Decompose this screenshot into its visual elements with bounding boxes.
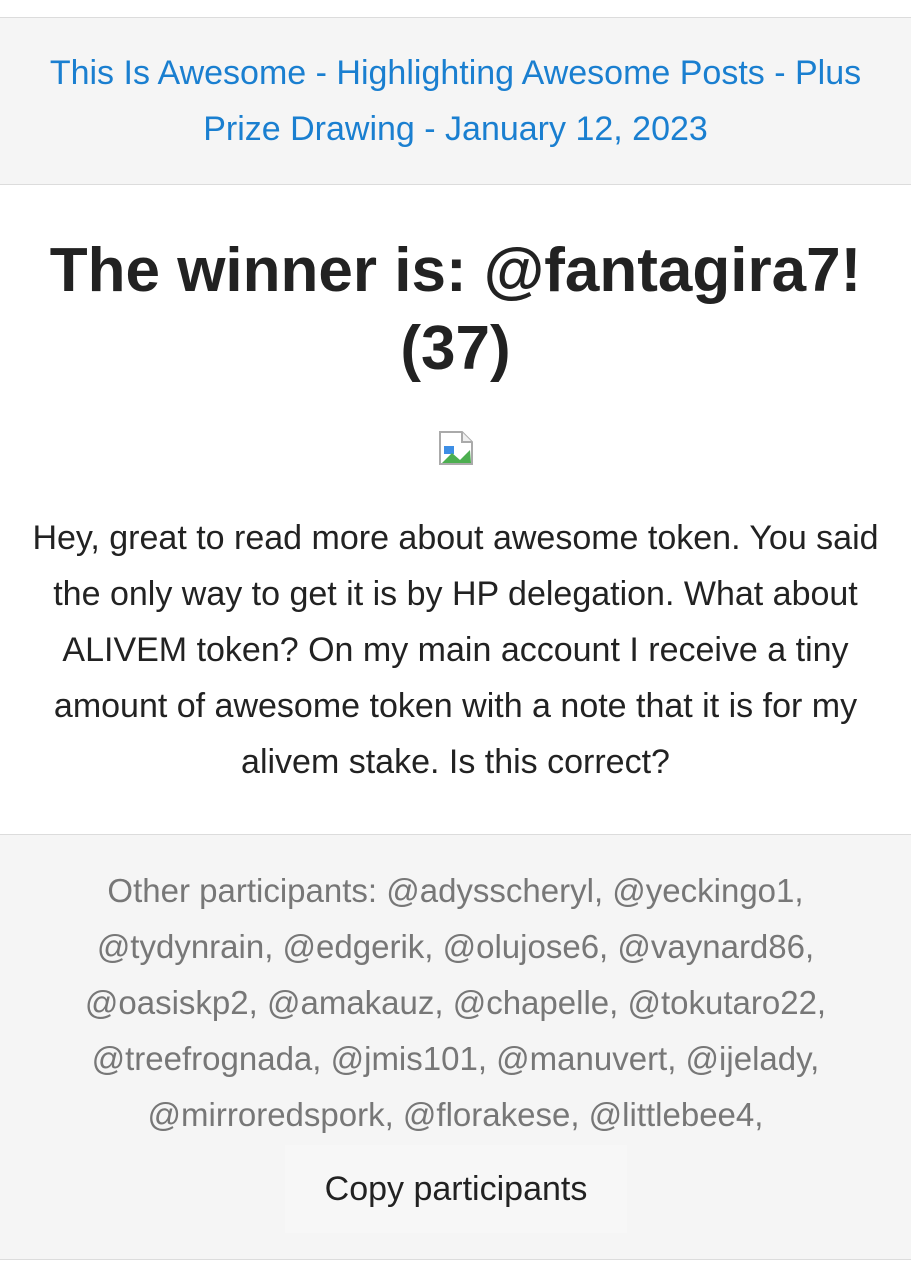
- page: This Is Awesome - Highlighting Awesome P…: [0, 0, 911, 1280]
- comment-text: Hey, great to read more about awesome to…: [32, 519, 879, 781]
- copy-participants-button[interactable]: Copy participants: [285, 1145, 627, 1233]
- post-header: This Is Awesome - Highlighting Awesome P…: [0, 17, 911, 185]
- post-title-link[interactable]: This Is Awesome - Highlighting Awesome P…: [26, 45, 886, 157]
- participants-list: Other participants: @adysscheryl, @yecki…: [84, 872, 827, 1133]
- winner-section: The winner is: @fantagira7! (37) Hey, gr…: [0, 186, 911, 834]
- participants-section: Other participants: @adysscheryl, @yecki…: [0, 834, 911, 1260]
- broken-image-icon: [439, 431, 473, 465]
- winner-heading: The winner is: @fantagira7! (37): [49, 236, 862, 383]
